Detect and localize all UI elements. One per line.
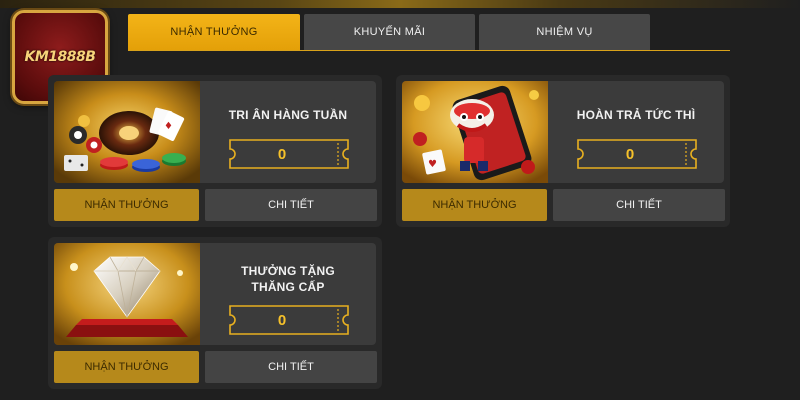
- detail-button[interactable]: CHI TIẾT: [553, 189, 725, 221]
- lion-dance-phone-image: ♥: [402, 81, 548, 183]
- promo-title-line2: THĂNG CẤP: [251, 280, 325, 294]
- logo-text: KM1888B: [24, 49, 96, 65]
- promo-value: 0: [277, 145, 287, 163]
- claim-reward-button[interactable]: NHẬN THƯỞNG: [402, 189, 547, 221]
- promo-card-instant-rebate: ♥ HOÀN TRẢ TỨC THÌ 0 NHẬN THƯỞNG CHI TIẾ…: [396, 75, 730, 227]
- promo-value: 0: [625, 145, 635, 163]
- ticket-icon: 0: [226, 139, 352, 169]
- promo-card-header: ♥ HOÀN TRẢ TỨC THÌ 0: [402, 81, 724, 183]
- promo-card-header: ♦ TRI ÂN HÀNG TUẦN 0: [54, 81, 376, 183]
- claim-reward-button[interactable]: NHẬN THƯỞNG: [54, 189, 199, 221]
- tab-promotions[interactable]: KHUYẾN MÃI: [304, 14, 475, 50]
- tab-underline: [128, 50, 730, 51]
- svg-text:♦: ♦: [164, 121, 173, 132]
- promo-card-weekly: ♦ TRI ÂN HÀNG TUẦN 0 NHẬN THƯỞNG CHI TIẾ…: [48, 75, 382, 227]
- promo-title: HOÀN TRẢ TỨC THÌ: [576, 108, 696, 122]
- promo-title: TRI ÂN HÀNG TUẦN: [228, 108, 348, 122]
- diamond-image: [54, 243, 200, 345]
- detail-button[interactable]: CHI TIẾT: [205, 189, 377, 221]
- svg-text:♥: ♥: [428, 159, 437, 170]
- ticket-icon: 0: [574, 139, 700, 169]
- promo-title-line1: THƯỞNG TẶNG: [241, 264, 335, 278]
- top-banner-strip: [0, 0, 800, 8]
- detail-button[interactable]: CHI TIẾT: [205, 351, 377, 383]
- promo-card-upgrade-bonus: THƯỞNG TẶNG THĂNG CẤP 0 NHẬN THƯỞNG CHI …: [48, 237, 382, 389]
- tab-missions[interactable]: NHIỆM VỤ: [479, 14, 650, 50]
- promo-value: 0: [277, 311, 287, 329]
- promo-card-header: THƯỞNG TẶNG THĂNG CẤP 0: [54, 243, 376, 345]
- claim-reward-button[interactable]: NHẬN THƯỞNG: [54, 351, 199, 383]
- casino-chips-roulette-image: ♦: [54, 81, 200, 183]
- promo-title: THƯỞNG TẶNG THĂNG CẤP: [200, 263, 376, 295]
- ticket-icon: 0: [226, 305, 352, 335]
- tab-claim-rewards[interactable]: NHẬN THƯỞNG: [128, 14, 300, 50]
